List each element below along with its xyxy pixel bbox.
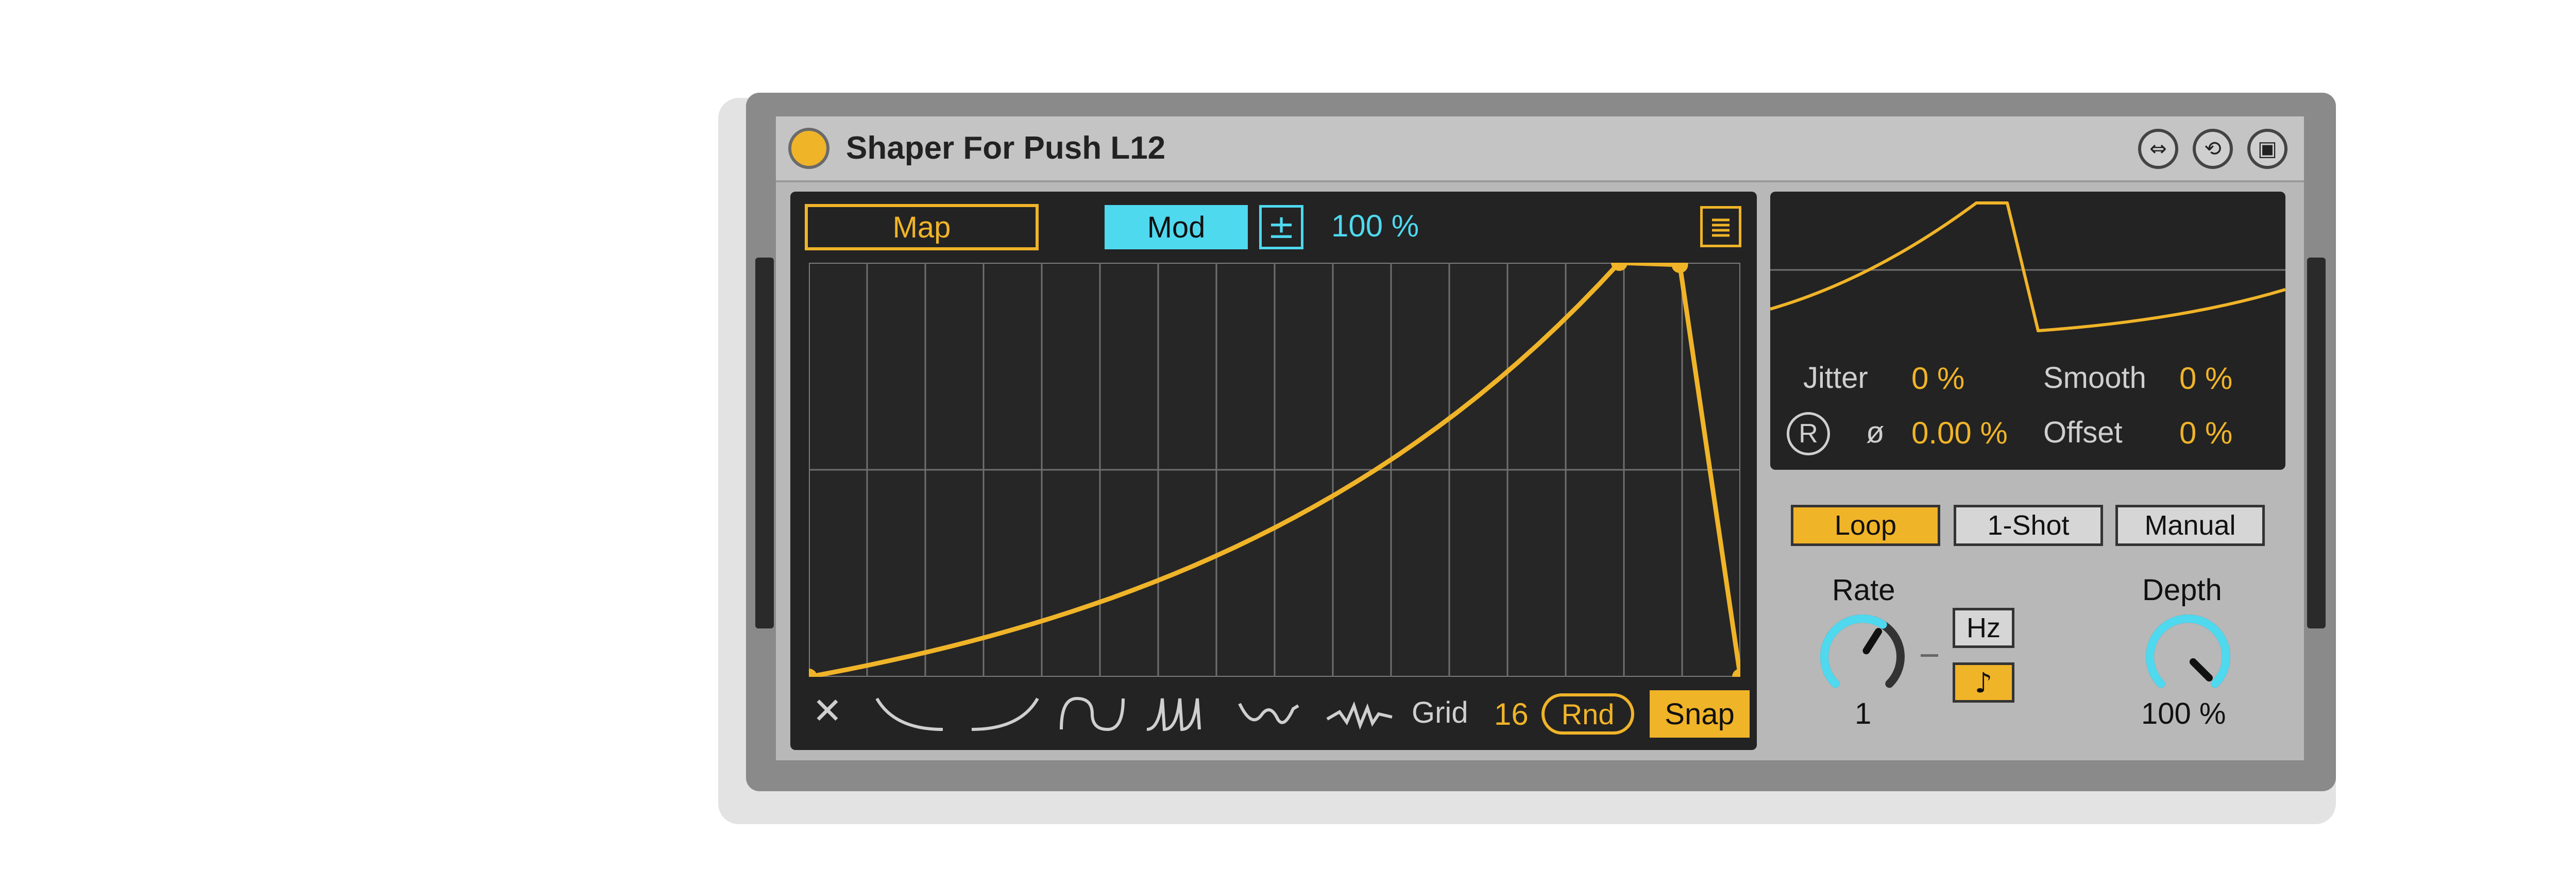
jitter-label: Jitter: [1803, 361, 1868, 395]
retrigger-icon: R: [1799, 419, 1818, 449]
depth-label: Depth: [2142, 573, 2222, 607]
one-shot-mode-button[interactable]: 1-Shot: [1954, 505, 2103, 546]
exp-down-shape-icon[interactable]: [874, 693, 946, 732]
left-resize-handle[interactable]: [755, 258, 774, 628]
grid-label: Grid: [1412, 696, 1468, 729]
phase-value[interactable]: 0.00 %: [1911, 415, 2008, 451]
device-title: Shaper For Push L12: [846, 130, 1166, 166]
list-icon[interactable]: [1700, 206, 1741, 247]
hotswap-icon[interactable]: ⇔: [2138, 129, 2178, 169]
amount-value[interactable]: 100 %: [1331, 208, 1419, 244]
snap-label: Snap: [1665, 697, 1735, 731]
manual-label: Manual: [2144, 510, 2236, 541]
map-button[interactable]: Map: [805, 204, 1039, 250]
mod-label: Mod: [1147, 210, 1206, 244]
depth-value[interactable]: 100 %: [2141, 696, 2226, 731]
bounce-shape-icon[interactable]: [1236, 693, 1309, 732]
rate-value[interactable]: 1: [1855, 696, 1871, 731]
offset-label: Offset: [2043, 416, 2123, 449]
ramp-shape-icon[interactable]: [1144, 693, 1216, 732]
manual-mode-button[interactable]: Manual: [2115, 505, 2265, 546]
reload-icon[interactable]: ⟲: [2193, 129, 2233, 169]
smooth-label: Smooth: [2043, 361, 2146, 395]
rate-knob[interactable]: [1814, 608, 1911, 706]
grid-value[interactable]: 16: [1494, 696, 1529, 732]
depth-knob[interactable]: [2139, 608, 2237, 706]
rnd-label: Rnd: [1561, 697, 1615, 730]
sync-glyph: ♪: [1974, 666, 1993, 699]
phase-label: ø: [1866, 416, 1885, 449]
rate-label: Rate: [1832, 573, 1895, 607]
mod-button[interactable]: Mod: [1105, 205, 1248, 249]
rnd-button[interactable]: Rnd: [1541, 693, 1634, 735]
square-wave-shape-icon[interactable]: [1058, 693, 1130, 732]
shaper-grid[interactable]: [809, 263, 1740, 677]
map-label: Map: [892, 210, 951, 244]
smooth-value[interactable]: 0 %: [2179, 361, 2232, 396]
waveform-preview: [1770, 201, 2285, 332]
one-shot-label: 1-Shot: [1987, 510, 2070, 541]
loop-mode-button[interactable]: Loop: [1791, 505, 1940, 546]
snap-button[interactable]: Snap: [1650, 690, 1750, 738]
hz-button[interactable]: Hz: [1953, 608, 2014, 648]
rate-divider: [1921, 654, 1938, 657]
retrigger-button[interactable]: R: [1787, 412, 1830, 455]
offset-value[interactable]: 0 %: [2179, 415, 2232, 451]
loop-label: Loop: [1834, 510, 1897, 541]
save-icon[interactable]: ▣: [2247, 129, 2287, 169]
hz-label: Hz: [1967, 612, 2001, 643]
jitter-value[interactable]: 0 %: [1911, 361, 1964, 396]
right-resize-handle[interactable]: [2307, 258, 2326, 628]
device-power-toggle[interactable]: [788, 128, 829, 169]
clear-icon[interactable]: ✕: [807, 690, 848, 732]
exp-up-shape-icon[interactable]: [969, 693, 1041, 732]
noise-shape-icon[interactable]: [1324, 693, 1396, 732]
note-icon[interactable]: ♪: [1953, 662, 2014, 703]
plus-minus-icon[interactable]: ±: [1259, 205, 1303, 249]
